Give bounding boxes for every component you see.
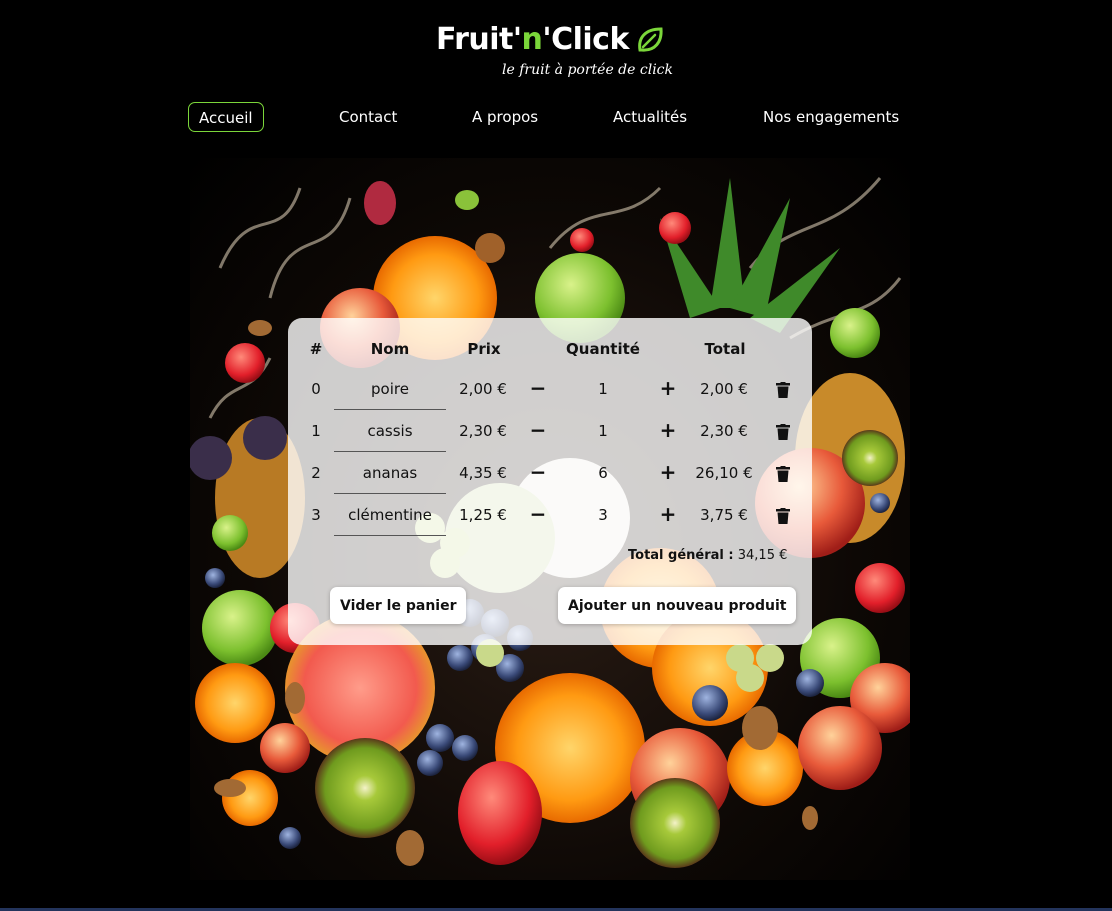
leaf-icon xyxy=(638,26,663,52)
nav-item-actualites[interactable]: Actualités xyxy=(613,102,687,132)
row-name: ananas xyxy=(362,464,418,482)
row-total: 2,30 € xyxy=(700,422,748,440)
nav-item-contact[interactable]: Contact xyxy=(339,102,397,132)
col-header-total: Total xyxy=(704,340,746,358)
decrement-button[interactable]: − xyxy=(528,460,548,484)
col-header-price: Prix xyxy=(467,340,501,358)
row-total: 26,10 € xyxy=(695,464,753,482)
row-name: poire xyxy=(371,380,409,398)
site-logo[interactable]: Fruit'n'Click xyxy=(436,22,665,57)
row-divider xyxy=(334,409,446,410)
row-price: 2,30 € xyxy=(459,422,507,440)
row-price: 1,25 € xyxy=(459,506,507,524)
increment-button[interactable]: + xyxy=(658,502,678,526)
trash-icon[interactable] xyxy=(776,466,790,482)
grand-total: Total général : 34,15 € xyxy=(628,548,787,563)
row-index: 3 xyxy=(311,506,321,524)
row-total: 3,75 € xyxy=(700,506,748,524)
col-header-index: # xyxy=(309,340,323,358)
trash-icon[interactable] xyxy=(776,424,790,440)
row-quantity: 6 xyxy=(598,464,608,482)
brand-name: Fruit'n'Click xyxy=(436,22,629,57)
main-nav: Accueil Contact A propos Actualités Nos … xyxy=(188,102,918,134)
clear-cart-button[interactable]: Vider le panier xyxy=(330,587,467,624)
nav-item-a-propos[interactable]: A propos xyxy=(472,102,538,132)
row-index: 0 xyxy=(311,380,321,398)
row-quantity: 3 xyxy=(598,506,608,524)
row-divider xyxy=(334,535,446,536)
row-total: 2,00 € xyxy=(700,380,748,398)
decrement-button[interactable]: − xyxy=(528,418,548,442)
trash-icon[interactable] xyxy=(776,382,790,398)
increment-button[interactable]: + xyxy=(658,376,678,400)
row-index: 1 xyxy=(311,422,321,440)
row-name: cassis xyxy=(367,422,413,440)
nav-item-accueil[interactable]: Accueil xyxy=(188,102,264,132)
increment-button[interactable]: + xyxy=(658,460,678,484)
trash-icon[interactable] xyxy=(776,508,790,524)
row-index: 2 xyxy=(311,464,321,482)
row-price: 2,00 € xyxy=(459,380,507,398)
row-divider xyxy=(334,451,446,452)
decrement-button[interactable]: − xyxy=(528,376,548,400)
cart-panel: # Nom Prix Quantité Total 0 poire 2,00 €… xyxy=(288,318,812,645)
decrement-button[interactable]: − xyxy=(528,502,548,526)
col-header-name: Nom xyxy=(370,340,410,358)
col-header-quantity: Quantité xyxy=(566,340,640,358)
row-name: clémentine xyxy=(348,506,432,524)
increment-button[interactable]: + xyxy=(658,418,678,442)
add-product-button[interactable]: Ajouter un nouveau produit xyxy=(558,587,797,624)
grand-total-label: Total général : xyxy=(628,548,734,563)
row-quantity: 1 xyxy=(598,380,608,398)
row-price: 4,35 € xyxy=(459,464,507,482)
nav-item-nos-engagements[interactable]: Nos engagements xyxy=(763,102,899,132)
grand-total-value: 34,15 € xyxy=(737,548,788,563)
row-quantity: 1 xyxy=(598,422,608,440)
tagline: le fruit à portée de click xyxy=(502,62,674,78)
row-divider xyxy=(334,493,446,494)
